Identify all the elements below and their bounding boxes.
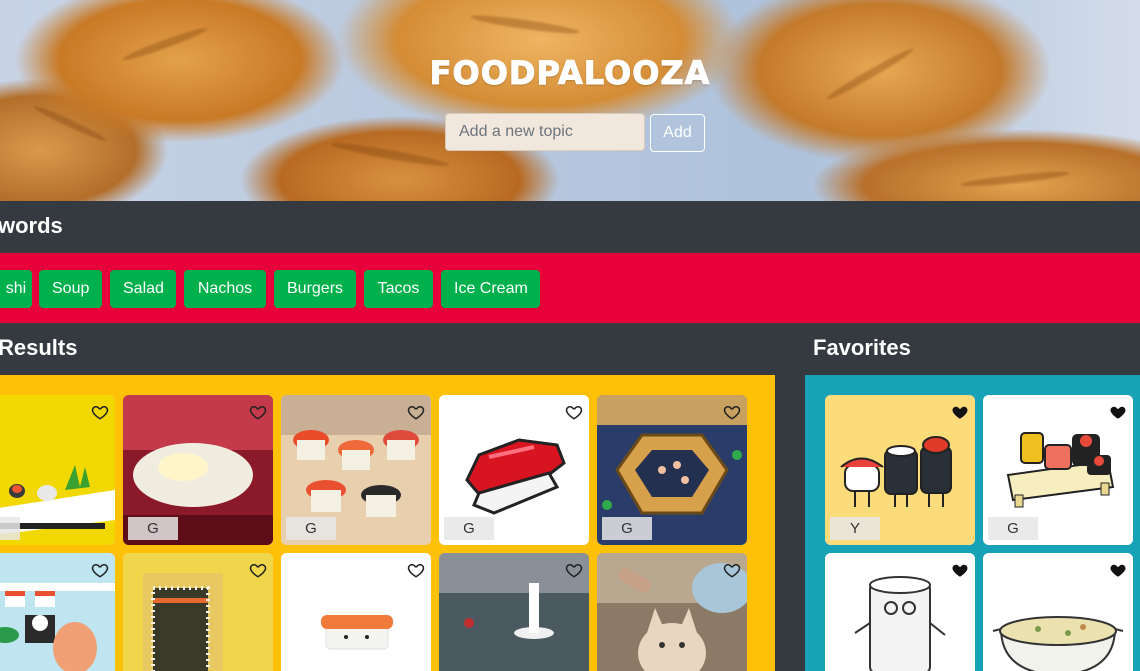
favorite-gif-card[interactable] — [983, 553, 1133, 671]
column-gutter — [775, 323, 805, 671]
result-gif-card[interactable]: G — [439, 395, 589, 545]
result-gif-card[interactable] — [281, 553, 431, 671]
keyword-button-burgers[interactable]: Burgers — [274, 270, 356, 308]
keyword-button-nachos[interactable]: Nachos — [184, 270, 266, 308]
heart-filled-icon[interactable] — [951, 561, 969, 579]
result-gif-card[interactable] — [0, 395, 115, 545]
heart-outline-icon[interactable] — [723, 561, 741, 579]
results-panel: G G G G — [0, 375, 775, 671]
heart-outline-icon[interactable] — [249, 403, 267, 421]
new-topic-input[interactable] — [445, 113, 645, 151]
result-gif-card[interactable]: G — [597, 395, 747, 545]
heart-filled-icon[interactable] — [1109, 403, 1127, 421]
rating-badge: G — [988, 517, 1038, 540]
heart-outline-icon[interactable] — [91, 561, 109, 579]
heart-outline-icon[interactable] — [407, 403, 425, 421]
heart-outline-icon[interactable] — [249, 561, 267, 579]
result-gif-card[interactable] — [597, 553, 747, 671]
result-gif-card[interactable] — [439, 553, 589, 671]
heart-outline-icon[interactable] — [91, 403, 109, 421]
keyword-button-salad[interactable]: Salad — [110, 270, 176, 308]
rating-badge — [0, 517, 20, 540]
favorites-heading: Favorites — [813, 335, 911, 360]
heart-filled-icon[interactable] — [951, 403, 969, 421]
keyword-button-ice-cream[interactable]: Ice Cream — [441, 270, 540, 308]
rating-badge: G — [444, 517, 494, 540]
heart-outline-icon[interactable] — [407, 561, 425, 579]
keywords-header: words — [0, 201, 1140, 253]
keyword-button-tacos[interactable]: Tacos — [364, 270, 433, 308]
results-heading: Results — [0, 335, 78, 360]
keyword-button-soup[interactable]: Soup — [39, 270, 102, 308]
heart-outline-icon[interactable] — [723, 403, 741, 421]
favorite-gif-card[interactable]: G — [983, 395, 1133, 545]
hero-banner: FOODPALOOZA Add — [0, 0, 1140, 201]
heart-outline-icon[interactable] — [565, 561, 583, 579]
rating-badge: G — [286, 517, 336, 540]
result-gif-card[interactable] — [123, 553, 273, 671]
keyword-button-sushi[interactable]: shi — [0, 270, 32, 308]
favorites-panel: Y G — [805, 375, 1140, 671]
heart-outline-icon[interactable] — [565, 403, 583, 421]
rating-badge: G — [602, 517, 652, 540]
rating-badge: G — [128, 517, 178, 540]
rating-badge: Y — [830, 517, 880, 540]
result-gif-card[interactable]: G — [281, 395, 431, 545]
page-title: FOODPALOOZA — [429, 54, 711, 93]
favorite-gif-card[interactable]: Y — [825, 395, 975, 545]
keywords-strip: shi Soup Salad Nachos Burgers Tacos Ice … — [0, 253, 1140, 323]
heart-filled-icon[interactable] — [1109, 561, 1127, 579]
result-gif-card[interactable] — [0, 553, 115, 671]
results-header: Results — [0, 323, 775, 375]
keywords-heading: words — [0, 213, 63, 238]
favorites-header: Favorites — [805, 323, 1140, 375]
result-gif-card[interactable]: G — [123, 395, 273, 545]
add-topic-button[interactable]: Add — [650, 114, 705, 152]
favorite-gif-card[interactable] — [825, 553, 975, 671]
